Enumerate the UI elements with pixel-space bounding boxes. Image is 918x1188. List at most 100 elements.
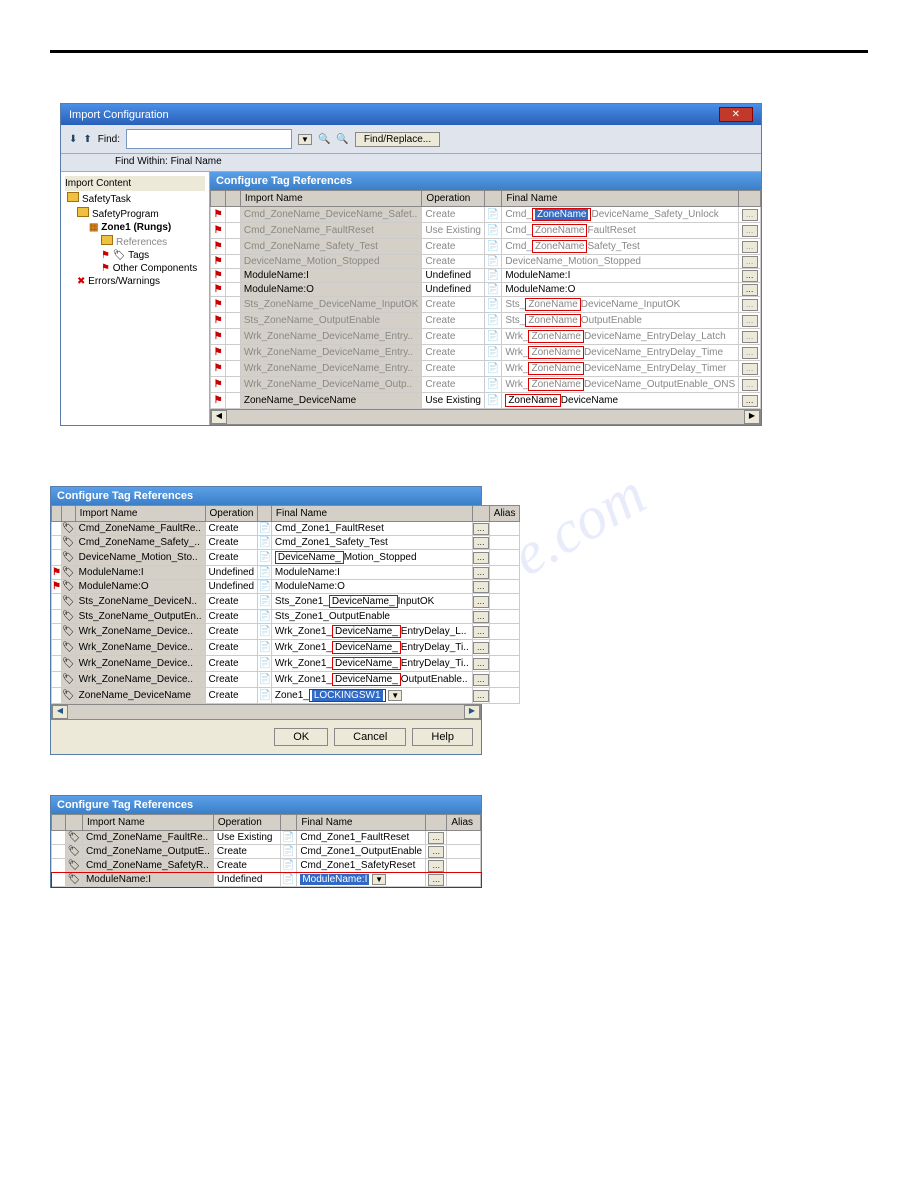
table-row[interactable]: 🏷Wrk_ZoneName_Device..Create📄Wrk_Zone1_D…	[52, 672, 520, 688]
col-import-name[interactable]: Import Name	[240, 191, 422, 207]
cell-alias[interactable]	[489, 672, 520, 688]
cell-final-name[interactable]: ModuleName:I ▼	[297, 873, 426, 887]
table-row[interactable]: 🏷Cmd_ZoneName_SafetyR..Create📄Cmd_Zone1_…	[52, 859, 481, 873]
title-bar[interactable]: Import Configuration ✕	[61, 104, 761, 125]
tree-node[interactable]: References	[65, 234, 205, 249]
cell-final-name[interactable]: Wrk_ZoneNameDeviceName_OutputEnable_ONS	[502, 377, 739, 393]
cell-alias[interactable]	[489, 580, 520, 594]
cell-operation[interactable]: Create	[422, 345, 485, 361]
cell-operation[interactable]: Create	[422, 207, 485, 223]
cell-alias[interactable]	[447, 845, 481, 859]
cell-final-name[interactable]: ZoneNameDeviceName	[502, 393, 739, 409]
cell-operation[interactable]: Create	[205, 624, 258, 640]
cell-final-name[interactable]: Wrk_ZoneNameDeviceName_EntryDelay_Time	[502, 345, 739, 361]
h-scrollbar[interactable]: ◀ ▶	[210, 409, 761, 425]
cell-final-name[interactable]: ModuleName:O	[271, 580, 472, 594]
cell-final-name[interactable]: ModuleName:I	[271, 566, 472, 580]
browse-button[interactable]: …	[473, 567, 489, 579]
cell-alias[interactable]	[447, 859, 481, 873]
browse-button[interactable]: …	[473, 537, 489, 549]
browse-button[interactable]: …	[742, 315, 758, 327]
browse-button[interactable]: …	[473, 552, 489, 564]
find-icon-2[interactable]: 🔍	[336, 134, 348, 145]
browse-button[interactable]: …	[742, 347, 758, 359]
table-row[interactable]: ⚑Wrk_ZoneName_DeviceName_Outp..Create📄Wr…	[211, 377, 761, 393]
browse-button[interactable]: …	[742, 284, 758, 296]
cell-final-name[interactable]: Wrk_ZoneNameDeviceName_EntryDelay_Latch	[502, 329, 739, 345]
browse-button[interactable]: …	[473, 523, 489, 535]
cell-alias[interactable]	[489, 624, 520, 640]
cell-final-name[interactable]: Cmd_Zone1_FaultReset	[297, 831, 426, 845]
find-icon-1[interactable]: 🔍	[318, 134, 330, 145]
browse-button[interactable]: …	[473, 690, 489, 702]
table-row[interactable]: ⚑Cmd_ZoneName_FaultResetUse Existing📄Cmd…	[211, 223, 761, 239]
find-input[interactable]	[126, 129, 292, 149]
cell-operation[interactable]: Undefined	[422, 283, 485, 297]
table-row[interactable]: 🏷Sts_ZoneName_OutputEn..Create📄Sts_Zone1…	[52, 610, 520, 624]
nav-prev-icon[interactable]: ⬇	[69, 134, 77, 145]
table-row[interactable]: ⚑Wrk_ZoneName_DeviceName_Entry..Create📄W…	[211, 361, 761, 377]
col-import-name[interactable]: Import Name	[75, 506, 205, 522]
cell-operation[interactable]: Create	[205, 550, 258, 566]
browse-button[interactable]: …	[428, 874, 444, 886]
col-final-name[interactable]: Final Name	[502, 191, 739, 207]
cell-operation[interactable]: Create	[205, 688, 258, 704]
browse-button[interactable]: …	[473, 642, 489, 654]
cell-operation[interactable]: Create	[213, 859, 280, 873]
cell-final-name[interactable]: Wrk_ZoneNameDeviceName_EntryDelay_Timer	[502, 361, 739, 377]
col-operation[interactable]: Operation	[213, 815, 280, 831]
table-row[interactable]: 🏷Wrk_ZoneName_Device..Create📄Wrk_Zone1_D…	[52, 624, 520, 640]
browse-button[interactable]: …	[473, 581, 489, 593]
table-row[interactable]: ⚑🏷ModuleName:OUndefined📄ModuleName:O…	[52, 580, 520, 594]
browse-button[interactable]: …	[742, 225, 758, 237]
table-row[interactable]: ⚑Wrk_ZoneName_DeviceName_Entry..Create📄W…	[211, 345, 761, 361]
h-scrollbar[interactable]: ◀ ▶	[51, 704, 481, 720]
cell-operation[interactable]: Create	[205, 522, 258, 536]
cell-operation[interactable]: Create	[422, 297, 485, 313]
table-row[interactable]: 🏷Sts_ZoneName_DeviceN..Create📄Sts_Zone1_…	[52, 594, 520, 610]
cell-final-name[interactable]: DeviceName_Motion_Stopped	[502, 255, 739, 269]
cell-final-name[interactable]: ModuleName:I	[502, 269, 739, 283]
cell-operation[interactable]: Create	[213, 845, 280, 859]
cell-final-name[interactable]: Cmd_ZoneNameSafety_Test	[502, 239, 739, 255]
cell-alias[interactable]	[489, 610, 520, 624]
cell-operation[interactable]: Use Existing	[422, 223, 485, 239]
col-final-name[interactable]: Final Name	[271, 506, 472, 522]
cell-final-name[interactable]: Zone1_LOCKINGSW1 ▼	[271, 688, 472, 704]
cell-alias[interactable]	[447, 831, 481, 845]
browse-button[interactable]: …	[742, 395, 758, 407]
table-row[interactable]: ⚑ModuleName:OUndefined📄ModuleName:O…	[211, 283, 761, 297]
cell-operation[interactable]: Create	[205, 672, 258, 688]
table-row[interactable]: ⚑ModuleName:IUndefined📄ModuleName:I…	[211, 269, 761, 283]
table-row[interactable]: ⚑Sts_ZoneName_DeviceName_InputOKCreate📄S…	[211, 297, 761, 313]
col-operation[interactable]: Operation	[422, 191, 485, 207]
table-row[interactable]: 🏷Cmd_ZoneName_Safety_..Create📄Cmd_Zone1_…	[52, 536, 520, 550]
cell-final-name[interactable]: ModuleName:O	[502, 283, 739, 297]
cell-operation[interactable]: Create	[422, 361, 485, 377]
col-alias[interactable]: Alias	[447, 815, 481, 831]
tree-node[interactable]: ⚑ 🏷 Tags	[65, 249, 205, 262]
table-row[interactable]: ⚑🏷ModuleName:IUndefined📄ModuleName:I…	[52, 566, 520, 580]
cell-alias[interactable]	[489, 566, 520, 580]
close-button[interactable]: ✕	[719, 107, 753, 122]
cell-alias[interactable]	[447, 873, 481, 887]
help-button[interactable]: Help	[412, 728, 473, 746]
cell-alias[interactable]	[489, 688, 520, 704]
cell-final-name[interactable]: Wrk_Zone1_DeviceName_EntryDelay_Ti..	[271, 656, 472, 672]
cell-final-name[interactable]: Cmd_ZoneNameFaultReset	[502, 223, 739, 239]
ok-button[interactable]: OK	[274, 728, 328, 746]
cell-final-name[interactable]: Sts_ZoneNameDeviceName_InputOK	[502, 297, 739, 313]
nav-next-icon[interactable]: ⬆	[83, 134, 91, 145]
scroll-left-icon[interactable]: ◀	[52, 705, 68, 719]
cell-final-name[interactable]: Wrk_Zone1_DeviceName_EntryDelay_Ti..	[271, 640, 472, 656]
tree-node[interactable]: ⚑ Other Components	[65, 262, 205, 275]
cell-alias[interactable]	[489, 522, 520, 536]
table-row[interactable]: 🏷Cmd_ZoneName_FaultRe..Create📄Cmd_Zone1_…	[52, 522, 520, 536]
browse-button[interactable]: …	[428, 832, 444, 844]
browse-button[interactable]: …	[473, 611, 489, 623]
find-replace-button[interactable]: Find/Replace...	[355, 132, 440, 147]
cell-operation[interactable]: Use Existing	[213, 831, 280, 845]
browse-button[interactable]: …	[742, 270, 758, 282]
browse-button[interactable]: …	[742, 241, 758, 253]
cell-final-name[interactable]: Sts_Zone1_DeviceName_InputOK	[271, 594, 472, 610]
